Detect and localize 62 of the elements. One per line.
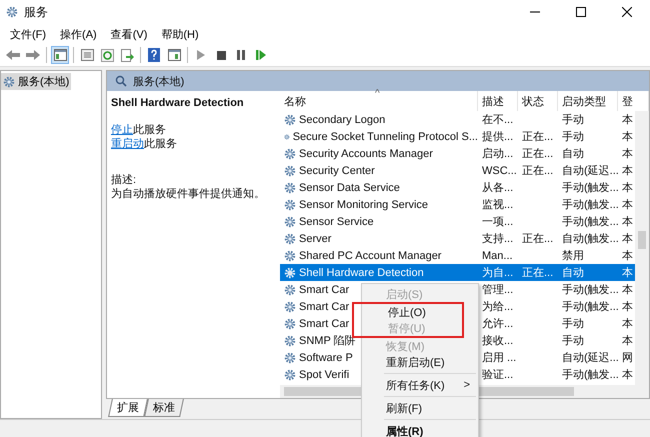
startup-type-cell-text: 手动(触发...: [562, 181, 618, 195]
startup-type-cell-text: 自动(触发...: [562, 232, 618, 246]
description-cell-text: 启动...: [482, 146, 514, 161]
status-cell-text: 正在...: [522, 164, 554, 178]
startup-type-cell-text: 手动: [562, 130, 584, 144]
sort-caret-icon: ^: [375, 88, 380, 99]
description-cell-text: 一项...: [482, 215, 514, 229]
description-cell-text: 允许...: [482, 317, 514, 331]
startup-type-cell-text: 手动: [562, 113, 584, 127]
panel-title: 服务(本地): [133, 74, 184, 88]
service-name: Shell Hardware Detection: [111, 97, 245, 109]
description-cell-text: 监视...: [482, 198, 514, 212]
description-cell-text: 启用 ...: [482, 350, 516, 365]
window-title: 服务: [24, 4, 49, 20]
startup-type-cell-text: 自动: [562, 266, 584, 280]
description-cell-text: 验证...: [482, 368, 514, 382]
startup-type-cell-text: 自动(延迟...: [562, 351, 618, 365]
logon-cell-text: 本: [622, 300, 633, 314]
logon-cell-text: 本: [622, 317, 633, 331]
logon-cell-text: 本: [622, 198, 633, 212]
description-cell-text: 为给...: [482, 300, 514, 314]
logon-cell-text: 本: [622, 181, 633, 195]
startup-type-cell-text: 禁用: [562, 249, 584, 263]
description-cell: WSC...: [482, 164, 517, 176]
logon-cell-text: 本: [622, 113, 633, 127]
startup-type-cell-text: 手动(触发...: [562, 215, 618, 229]
description-cell-text: 支持...: [482, 232, 514, 246]
description-cell-text: 从各...: [482, 181, 514, 195]
status-cell-text: 正在...: [522, 130, 554, 144]
logon-cell-text: 本: [622, 249, 633, 263]
logon-cell-text: 本: [622, 147, 633, 161]
startup-type-cell-text: 手动: [562, 334, 584, 348]
startup-type-cell-text: 手动(触发...: [562, 300, 618, 314]
logon-cell-text: 本: [622, 215, 633, 229]
status-cell-text: 正在...: [522, 147, 554, 161]
startup-type-cell-text: 手动(触发...: [562, 368, 618, 382]
description-cell-text: 接收...: [482, 334, 514, 348]
startup-type-cell-text: 手动(触发...: [562, 198, 618, 212]
description-cell: Man...: [482, 250, 513, 262]
logon-cell-text: 本: [622, 283, 633, 297]
description-label: 描述:: [111, 173, 138, 187]
startup-type-cell-text: 自动(延迟...: [562, 164, 618, 178]
logon-cell-text: 本: [622, 334, 633, 348]
logon-cell-text: 本: [622, 130, 633, 144]
description-cell-text: 提供...: [482, 130, 514, 144]
logon-cell-text: 本: [622, 368, 633, 382]
action-text: 重启动此服务: [111, 137, 178, 151]
logon-cell-text: 本: [622, 232, 633, 246]
logon-cell-text: 本: [622, 266, 633, 280]
status-cell-text: 正在...: [522, 232, 554, 246]
action-text: 停止此服务: [111, 123, 167, 137]
status-cell-text: 正在...: [522, 266, 554, 280]
description-cell-text: 在不...: [482, 113, 514, 127]
description-cell-text: 管理...: [482, 283, 514, 297]
startup-type-cell-text: 手动: [562, 317, 584, 331]
startup-type-cell-text: 手动(触发...: [562, 283, 618, 297]
logon-cell-text: 本: [622, 164, 633, 178]
logon-cell-text: 网: [622, 351, 633, 365]
startup-type-cell-text: 自动: [562, 147, 584, 161]
submenu-arrow: >: [464, 379, 470, 391]
description-text: 为自动播放硬件事件提供通知。: [111, 187, 266, 201]
description-cell-text: 为自...: [482, 266, 514, 280]
